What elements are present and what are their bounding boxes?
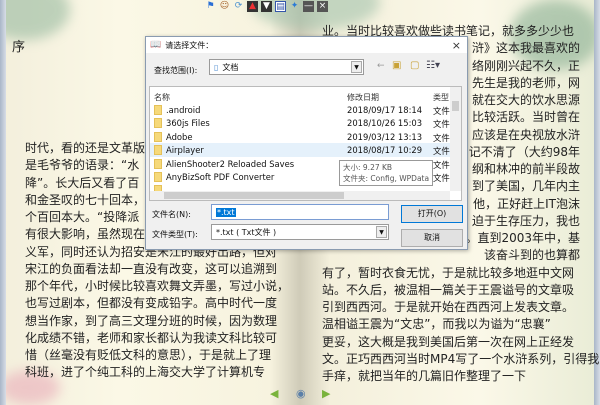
up-folder-icon[interactable]: ▣	[392, 60, 401, 71]
text-line: 站。不久后，被温相一篇关于王震谥号的文章吸	[322, 282, 575, 297]
text-line: 引到西西河。于是就开始在西西河上发表文章。	[322, 300, 575, 314]
open-button[interactable]: 打开(O)	[401, 205, 463, 223]
text-line: 想当作家，到了高三文理分班的时候，因为数理	[25, 313, 278, 328]
vertical-scrollbar[interactable]	[450, 87, 461, 191]
file-name: AlienShooter2 Reloaded Saves	[166, 158, 295, 169]
home-icon[interactable]: ◉	[296, 387, 306, 400]
folder-icon	[154, 158, 162, 169]
file-type: 文件	[433, 119, 450, 130]
book-icon: 📖	[150, 40, 162, 50]
scrollbar-thumb[interactable]	[164, 192, 344, 199]
window-border-right	[594, 0, 600, 405]
file-name: AnyBizSoft PDF Converter	[166, 172, 275, 182]
text-line: 宋江的负面看法却一直没有改变，这可以追溯到	[25, 261, 278, 276]
file-date: 2018/10/26 15:03	[347, 118, 423, 129]
file-name: .android	[166, 105, 201, 115]
window-border-left	[0, 0, 6, 405]
column-type[interactable]: 类型	[433, 92, 449, 103]
horizontal-scrollbar[interactable]	[150, 191, 450, 200]
file-list-header: 名称 修改日期 类型	[150, 87, 450, 102]
file-type: 文件	[433, 173, 450, 183]
file-row-hovered[interactable]: Airplayer 2018/08/17 10:29 文件	[150, 143, 450, 157]
text-line: 那个年代，小时候比较喜欢舞文弄墨，写过小说，	[25, 279, 290, 293]
look-in-value: 文档	[222, 62, 239, 72]
filetype-select[interactable]: *.txt ( Txt文件 ) ▼	[211, 224, 389, 240]
folder-icon	[154, 172, 162, 182]
filename-label: 文件名(N):	[152, 210, 191, 219]
dialog-title: 请选择文件：	[165, 40, 214, 50]
file-name: Adobe	[166, 131, 193, 142]
folder-icon	[154, 105, 162, 115]
chevron-down-icon[interactable]: ▼	[351, 61, 362, 73]
chevron-down-icon[interactable]: ▼	[376, 226, 387, 238]
text-line: 更妥，这大概是我到美国后第一次在网上正经发	[322, 334, 575, 349]
file-row[interactable]: 360js Files 2018/10/26 15:03 文件	[150, 116, 450, 129]
document-icon: ▯	[214, 62, 219, 72]
book-icon[interactable]: ▤	[275, 1, 286, 12]
page-heading: 序	[12, 40, 26, 55]
file-date: 2018/08/17 10:29	[347, 145, 423, 156]
folder-tooltip: 大小: 9.27 KB 文件夹: Config, WPData	[339, 160, 434, 186]
up-icon[interactable]: ▲	[247, 1, 258, 12]
text-line: 温相谥王震为“文忠”，而我以为谥为“忠襄”	[322, 317, 551, 332]
look-in-select[interactable]: ▯ 文档 ▼	[209, 59, 364, 75]
file-date: 2018/09/17 18:14	[347, 105, 423, 115]
decor-leaf	[0, 0, 70, 40]
column-date[interactable]: 修改日期	[347, 92, 379, 103]
refresh-icon[interactable]: ⟳	[233, 1, 244, 12]
file-date: 2019/03/12 13:13	[347, 131, 423, 142]
file-row[interactable]: .android 2018/09/17 18:14 文件	[150, 103, 450, 116]
text-line: 手痒，就把当年的几篇旧作整理了一下	[322, 369, 527, 383]
flag-icon[interactable]: ⚑	[205, 1, 216, 12]
pin-icon[interactable]: ✦	[289, 1, 300, 12]
folder-icon	[154, 131, 162, 142]
text-line: 也写过剧本，但都没有变成铅字。高中时代一度	[25, 296, 278, 311]
text-line: 有了，暂时衣食无忧，于是就比较多地逛中文网	[322, 265, 575, 280]
file-name: Airplayer	[166, 145, 204, 156]
open-file-dialog: 📖 请选择文件： × 查找范围(I): ▯ 文档 ▼ ← ▣ ▢ ☷▾ 名称 修…	[145, 36, 468, 250]
text-line: 文。正巧西西河当时MP4写了一个水浒系列，引得我	[322, 351, 600, 366]
minimize-button[interactable]: —	[303, 1, 314, 12]
look-in-label: 查找范围(I):	[154, 66, 198, 75]
scrollbar-thumb[interactable]	[452, 101, 459, 111]
dialog-titlebar: 📖 请选择文件：	[146, 37, 467, 53]
filename-input[interactable]: *.txt	[211, 204, 389, 220]
file-name: 360js Files	[166, 118, 210, 129]
filetype-value: *.txt ( Txt文件 )	[216, 227, 277, 237]
filename-value: *.txt	[216, 207, 236, 217]
character-icon[interactable]: ☺	[219, 1, 230, 12]
tooltip-folders: 文件夹: Config, WPData	[343, 174, 430, 183]
folder-icon	[154, 145, 162, 156]
column-name[interactable]: 名称	[154, 92, 170, 103]
folder-icon	[154, 118, 162, 129]
file-type: 文件	[433, 159, 450, 170]
file-type: 文件	[433, 106, 450, 116]
dialog-close-button[interactable]: ×	[452, 39, 461, 52]
back-arrow-icon[interactable]: ←	[377, 61, 385, 71]
cancel-button[interactable]: 取消	[401, 229, 463, 247]
reader-toolbar: ⚑ ☺ ⟳ ▲ ▼ ▤ ✦ — ×	[205, 0, 328, 13]
text-line: 惜（丝毫没有贬低文科的意思），于是就上了理	[25, 348, 272, 362]
file-row[interactable]: Adobe 2019/03/12 13:13 文件	[150, 130, 450, 143]
new-folder-icon[interactable]: ▢	[410, 60, 419, 71]
close-button[interactable]: ×	[317, 1, 328, 12]
file-type: 文件	[433, 146, 450, 157]
tooltip-size: 大小: 9.27 KB	[343, 163, 393, 172]
filetype-label: 文件类型(T):	[152, 230, 198, 239]
file-type: 文件	[433, 132, 450, 143]
text-line: 科班，进了个纯工科的上海交大学了计算机专	[25, 365, 266, 380]
view-menu-icon[interactable]: ☷▾	[426, 60, 440, 71]
down-icon[interactable]: ▼	[261, 1, 272, 12]
prev-page-arrow-icon[interactable]: ◀	[270, 387, 278, 400]
next-page-arrow-icon[interactable]: ▶	[322, 387, 330, 400]
text-line: 化成绩不错，老师和家长都认为我读文科比较可	[25, 330, 278, 345]
